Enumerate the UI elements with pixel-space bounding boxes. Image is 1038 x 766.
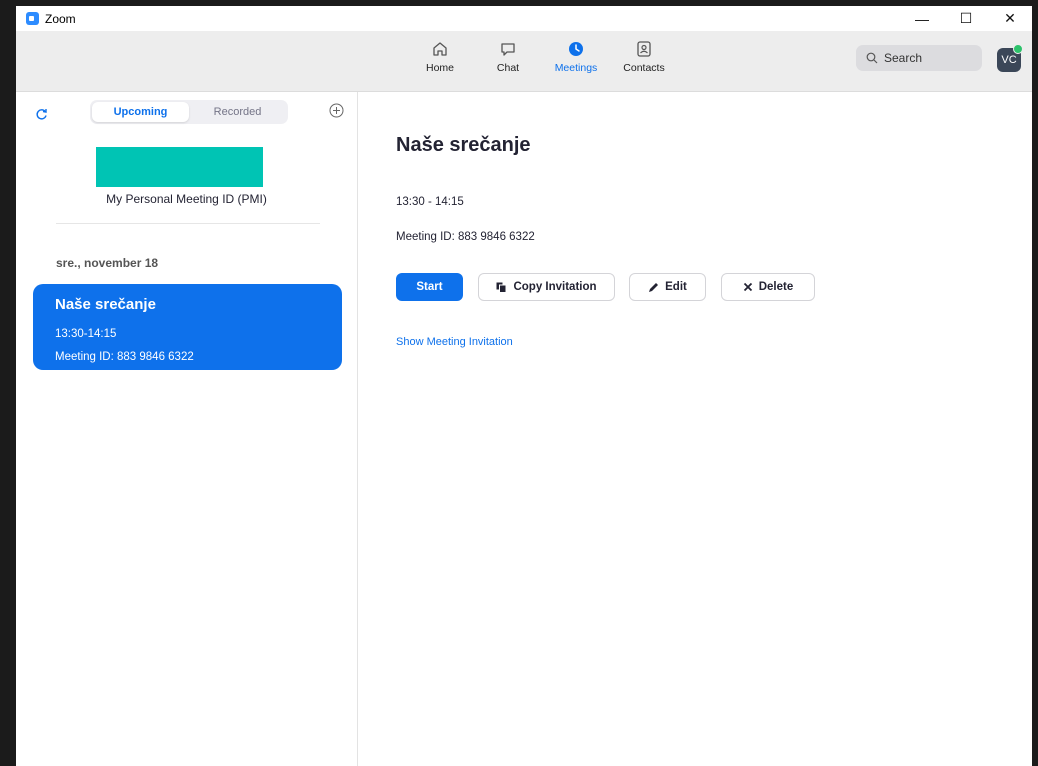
meeting-item-id: Meeting ID: 883 9846 6322 <box>55 351 194 363</box>
minimize-button[interactable]: — <box>900 6 944 31</box>
refresh-icon[interactable] <box>35 108 48 121</box>
pmi-label[interactable]: My Personal Meeting ID (PMI) <box>16 192 357 206</box>
meeting-time: 13:30 - 14:15 <box>396 196 464 208</box>
contacts-icon <box>634 39 654 59</box>
copy-icon <box>496 282 507 293</box>
meeting-list-item[interactable]: Naše srečanje 13:30-14:15 Meeting ID: 88… <box>33 284 342 370</box>
copy-invitation-label: Copy Invitation <box>513 281 597 293</box>
edit-button[interactable]: Edit <box>629 273 706 301</box>
date-header: sre., november 18 <box>56 256 159 270</box>
zoom-logo-icon <box>26 12 39 25</box>
show-meeting-invitation-link[interactable]: Show Meeting Invitation <box>396 336 513 348</box>
search-icon <box>866 52 878 64</box>
window-title: Zoom <box>45 11 76 26</box>
meeting-item-title: Naše srečanje <box>55 296 156 313</box>
nav-chat-label: Chat <box>496 62 520 74</box>
meeting-id: Meeting ID: 883 9846 6322 <box>396 231 535 243</box>
meeting-detail-panel: Naše srečanje 13:30 - 14:15 Meeting ID: … <box>358 92 1032 766</box>
meetings-icon <box>566 39 586 59</box>
delete-button[interactable]: Delete <box>721 273 815 301</box>
upcoming-recorded-toggle: Upcoming Recorded <box>90 100 288 124</box>
nav-meetings-label: Meetings <box>554 62 598 74</box>
close-button[interactable]: ✕ <box>988 6 1032 31</box>
start-button-label: Start <box>416 281 443 293</box>
zoom-window: Zoom — ☐ ✕ Home Chat Meetings Contacts S… <box>16 6 1032 766</box>
nav-home-label: Home <box>425 62 454 74</box>
maximize-button[interactable]: ☐ <box>944 6 988 31</box>
top-toolbar: Home Chat Meetings Contacts Search VC <box>16 31 1032 92</box>
search-label: Search <box>884 51 923 65</box>
title-bar: Zoom — ☐ ✕ <box>16 6 1032 31</box>
home-icon <box>430 39 450 59</box>
chat-icon <box>498 39 518 59</box>
divider <box>56 223 320 224</box>
meeting-title: Naše srečanje <box>396 134 531 156</box>
tab-recorded[interactable]: Recorded <box>189 102 286 122</box>
nav-chat[interactable]: Chat <box>474 39 542 74</box>
nav-meetings[interactable]: Meetings <box>542 39 610 74</box>
nav-contacts[interactable]: Contacts <box>610 39 678 74</box>
meeting-item-time: 13:30-14:15 <box>55 328 117 340</box>
tab-upcoming[interactable]: Upcoming <box>92 102 189 122</box>
window-controls: — ☐ ✕ <box>900 6 1032 31</box>
search-box[interactable]: Search <box>856 45 982 71</box>
pmi-redacted-block <box>96 147 263 187</box>
nav-contacts-label: Contacts <box>623 62 665 74</box>
nav-home[interactable]: Home <box>406 39 474 74</box>
add-meeting-icon[interactable] <box>329 103 344 118</box>
pencil-icon <box>648 282 659 293</box>
start-button[interactable]: Start <box>396 273 463 301</box>
delete-x-icon <box>743 282 753 292</box>
delete-button-label: Delete <box>758 281 794 293</box>
meetings-sidebar: Upcoming Recorded My Personal Meeting ID… <box>16 92 358 766</box>
edit-button-label: Edit <box>665 281 687 293</box>
main-nav: Home Chat Meetings Contacts <box>406 39 678 74</box>
presence-status-dot <box>1013 44 1023 54</box>
copy-invitation-button[interactable]: Copy Invitation <box>478 273 615 301</box>
